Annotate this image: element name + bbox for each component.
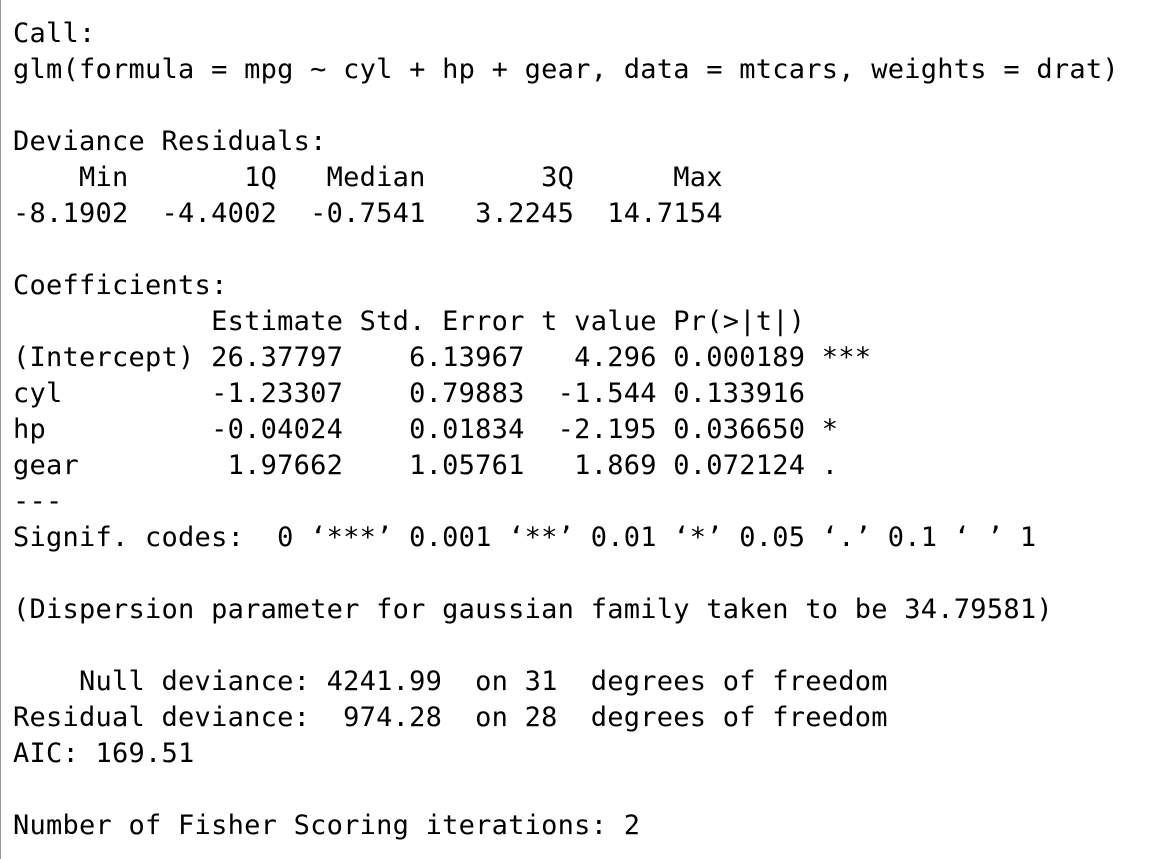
coefficient-row-intercept: (Intercept) 26.37797 6.13967 4.296 0.000… (13, 342, 872, 373)
deviance-residuals-heading: Deviance Residuals: (13, 126, 327, 157)
dispersion-line: (Dispersion parameter for gaussian famil… (13, 594, 1053, 625)
coefficient-row-gear: gear 1.97662 1.05761 1.869 0.072124 . (13, 450, 839, 481)
residual-deviance-line: Residual deviance: 974.28 on 28 degrees … (13, 702, 888, 733)
coefficients-header-row: Estimate Std. Error t value Pr(>|t|) (13, 306, 806, 337)
fisher-iterations-line: Number of Fisher Scoring iterations: 2 (13, 810, 641, 841)
coefficients-heading: Coefficients: (13, 270, 228, 301)
deviance-residuals-values-row: -8.1902 -4.4002 -0.7541 3.2245 14.7154 (13, 198, 723, 229)
glm-summary-output: Call: glm(formula = mpg ~ cyl + hp + gear… (13, 16, 1119, 844)
deviance-residuals-header-row: Min 1Q Median 3Q Max (13, 162, 723, 193)
separator-line: --- (13, 486, 63, 517)
coefficient-row-cyl: cyl -1.23307 0.79883 -1.544 0.133916 (13, 378, 806, 409)
console-output-panel: Call: glm(formula = mpg ~ cyl + hp + gear… (0, 0, 1150, 859)
coefficient-row-hp: hp -0.04024 0.01834 -2.195 0.036650 * (13, 414, 839, 445)
aic-line: AIC: 169.51 (13, 738, 195, 769)
signif-codes-line: Signif. codes: 0 ‘***’ 0.001 ‘**’ 0.01 ‘… (13, 522, 1037, 553)
null-deviance-line: Null deviance: 4241.99 on 31 degrees of … (13, 666, 888, 697)
call-formula: glm(formula = mpg ~ cyl + hp + gear, dat… (13, 54, 1119, 85)
call-heading: Call: (13, 18, 96, 49)
